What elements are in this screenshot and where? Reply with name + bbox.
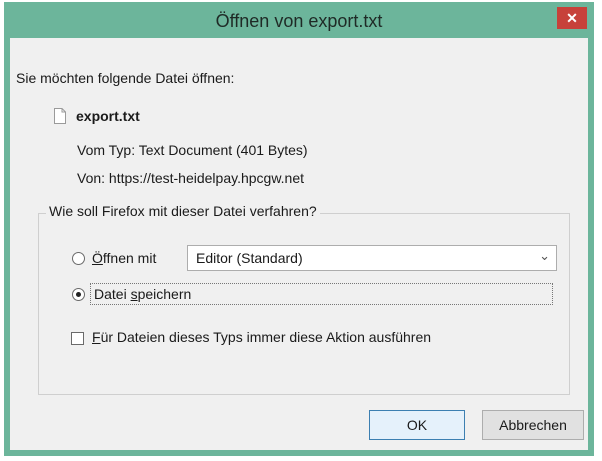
open-with-app-select[interactable]: Editor (Standard) ⌄ (187, 245, 557, 271)
file-source-row: Von: https://test-heidelpay.hpcgw.net (77, 170, 304, 186)
file-source-value: https://test-heidelpay.hpcgw.net (108, 170, 305, 186)
title-bar[interactable]: Öffnen von export.txt ✕ (4, 2, 594, 38)
save-file-label[interactable]: Datei speichern (94, 286, 191, 302)
file-source-label: Von: (77, 170, 106, 186)
save-file-radio[interactable] (72, 288, 85, 301)
chevron-down-icon: ⌄ (539, 248, 550, 263)
open-with-app-value: Editor (Standard) (196, 250, 303, 266)
dialog-title: Öffnen von export.txt (215, 11, 383, 31)
close-button[interactable]: ✕ (557, 7, 587, 29)
open-with-radio[interactable] (72, 252, 85, 265)
file-name: export.txt (76, 108, 140, 124)
save-file-text: peichern (137, 286, 192, 302)
dialog-window: Öffnen von export.txt ✕ Sie möchten folg… (4, 2, 594, 456)
always-action-checkbox[interactable] (71, 332, 84, 345)
cancel-button[interactable]: Abbrechen (482, 410, 584, 440)
always-action-mnemonic: F (92, 329, 101, 345)
close-icon: ✕ (566, 9, 578, 26)
action-group-label: Wie soll Firefox mit dieser Datei verfah… (46, 203, 320, 219)
open-with-text: ffnen mit (102, 250, 157, 266)
ok-button-label: OK (406, 417, 428, 433)
always-action-text: ür Dateien dieses Typs immer diese Aktio… (100, 329, 432, 345)
file-type-label: Vom Typ: (77, 142, 136, 158)
cancel-button-label: Abbrechen (499, 417, 567, 433)
always-action-label[interactable]: Für Dateien dieses Typs immer diese Akti… (92, 329, 431, 345)
file-type-row: Vom Typ: Text Document (401 Bytes) (77, 142, 308, 158)
open-with-label[interactable]: Öffnen mit (92, 250, 156, 266)
text-file-icon (54, 108, 66, 124)
save-file-text-pre: Datei (94, 286, 131, 302)
ok-button[interactable]: OK (369, 410, 465, 440)
open-with-mnemonic: Ö (92, 250, 103, 266)
save-file-mnemonic: s (130, 286, 138, 302)
file-type-value: Text Document (401 Bytes) (138, 142, 308, 158)
intro-text: Sie möchten folgende Datei öffnen: (16, 70, 235, 86)
